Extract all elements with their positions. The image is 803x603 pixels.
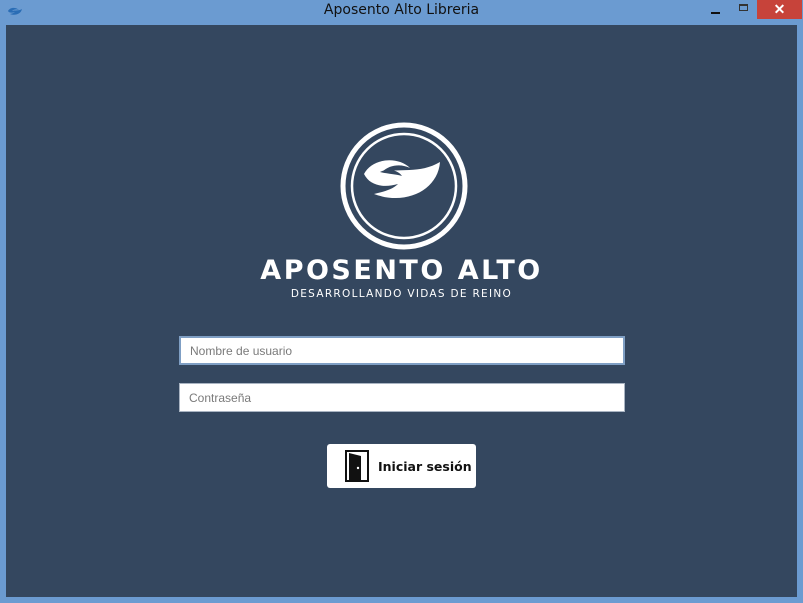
- close-icon: ✕: [773, 1, 786, 17]
- window-title: Aposento Alto Libreria: [323, 2, 480, 18]
- login-panel: APOSENTO ALTO DESARROLLANDO VIDAS DE REI…: [6, 25, 797, 597]
- minimize-button[interactable]: [700, 0, 730, 18]
- brand-name: APOSENTO ALTO: [260, 255, 543, 286]
- password-input[interactable]: [179, 383, 625, 412]
- brand-tagline: DESARROLLANDO VIDAS DE REINO: [290, 288, 513, 300]
- close-button[interactable]: ✕: [757, 0, 802, 19]
- app-window: Aposento Alto Libreria ✕ APOSENTO ALTO D…: [0, 0, 803, 603]
- login-button[interactable]: Iniciar sesión: [327, 444, 476, 488]
- maximize-button[interactable]: [730, 0, 756, 18]
- minimize-icon: [710, 12, 720, 14]
- login-button-label: Iniciar sesión: [378, 458, 472, 474]
- username-input[interactable]: [179, 336, 625, 365]
- maximize-icon: [738, 3, 748, 11]
- title-bar[interactable]: Aposento Alto Libreria ✕: [0, 0, 803, 24]
- dove-logo-icon: [340, 122, 468, 250]
- door-icon: [345, 450, 369, 482]
